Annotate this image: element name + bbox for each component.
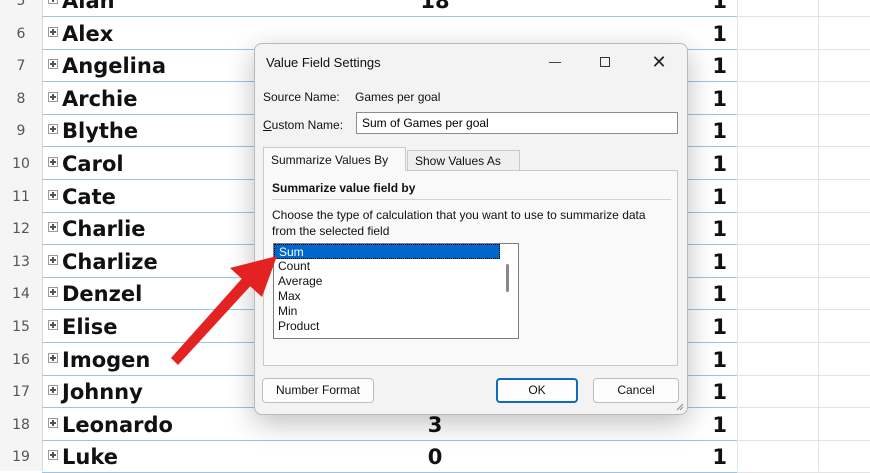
expand-icon[interactable] <box>48 124 58 135</box>
minimize-icon[interactable] <box>537 50 573 74</box>
resize-grip-icon[interactable] <box>674 401 684 411</box>
count-cell[interactable]: 1 <box>712 0 727 17</box>
expand-icon[interactable] <box>48 450 58 461</box>
calculation-listbox[interactable]: Sum Count Average Max Min Product <box>273 243 519 339</box>
number-format-button[interactable]: Number Format <box>262 378 374 403</box>
row-label: Alan <box>62 0 115 13</box>
row-label: Archie <box>62 86 138 111</box>
section-divider <box>272 199 671 200</box>
row-number[interactable]: 15 <box>0 311 42 343</box>
row-number[interactable]: 7 <box>0 50 42 82</box>
value-field-settings-dialog: Value Field Settings ✕ Source Name: Game… <box>254 43 688 415</box>
expand-icon[interactable] <box>48 189 58 200</box>
count-cell[interactable]: 1 <box>712 181 727 213</box>
list-item-count[interactable]: Count <box>274 259 500 274</box>
ok-button[interactable]: OK <box>496 378 578 403</box>
row-label: Angelina <box>62 54 166 79</box>
count-cell[interactable]: 1 <box>712 148 727 180</box>
list-item-sum[interactable]: Sum <box>274 244 500 259</box>
row-label: Cate <box>62 184 116 209</box>
row-number[interactable]: 6 <box>0 18 42 50</box>
count-cell[interactable]: 1 <box>712 441 727 473</box>
list-item-max[interactable]: Max <box>274 289 500 304</box>
expand-icon[interactable] <box>48 352 58 363</box>
custom-name-label: Custom Name: <box>263 118 344 132</box>
source-name-value: Games per goal <box>355 90 441 104</box>
row-label: Luke <box>62 445 118 470</box>
list-item-min[interactable]: Min <box>274 304 500 319</box>
row-number[interactable]: 16 <box>0 344 42 376</box>
list-item-product[interactable]: Product <box>274 319 500 334</box>
expand-icon[interactable] <box>48 222 58 233</box>
row-number[interactable]: 18 <box>0 409 42 441</box>
value-cell[interactable]: 0 <box>400 441 470 473</box>
count-cell[interactable]: 1 <box>712 311 727 343</box>
expand-icon[interactable] <box>48 91 58 102</box>
value-cell[interactable]: 18 <box>400 0 470 17</box>
row-label: Leonardo <box>62 412 173 437</box>
tab-summarize-values-by[interactable]: Summarize Values By <box>263 147 406 171</box>
dialog-title: Value Field Settings <box>266 55 381 70</box>
expand-icon[interactable] <box>48 385 58 396</box>
listbox-scrollbar[interactable] <box>506 264 509 292</box>
row-number[interactable]: 17 <box>0 376 42 408</box>
row-label: Charlie <box>62 217 146 242</box>
table-row[interactable]: 5 Alan 18 1 <box>0 0 870 17</box>
count-cell[interactable]: 1 <box>712 115 727 147</box>
row-number[interactable]: 10 <box>0 148 42 180</box>
count-cell[interactable]: 1 <box>712 278 727 310</box>
expand-icon[interactable] <box>48 157 58 167</box>
expand-icon[interactable] <box>48 0 58 4</box>
row-label: Blythe <box>62 119 139 144</box>
row-number[interactable]: 11 <box>0 181 42 213</box>
row-label: Imogen <box>62 347 151 372</box>
list-item-average[interactable]: Average <box>274 274 500 289</box>
count-cell[interactable]: 1 <box>712 344 727 376</box>
source-name-label: Source Name: <box>263 90 340 104</box>
count-cell[interactable]: 1 <box>712 213 727 245</box>
row-number[interactable]: 13 <box>0 246 42 278</box>
row-label: Denzel <box>62 282 143 307</box>
section-heading: Summarize value field by <box>272 181 416 195</box>
row-label: Elise <box>62 315 118 339</box>
expand-icon[interactable] <box>48 254 58 265</box>
row-number[interactable]: 12 <box>0 213 42 245</box>
table-row[interactable]: 19 Luke 0 1 <box>0 441 870 473</box>
section-description: Choose the type of calculation that you … <box>272 208 646 238</box>
row-label: Carol <box>62 152 124 176</box>
count-cell[interactable]: 1 <box>712 409 727 441</box>
row-label: Alex <box>62 21 114 46</box>
summarize-tab-panel: Summarize value field by Choose the type… <box>263 170 678 366</box>
expand-icon[interactable] <box>48 417 58 428</box>
row-number[interactable]: 19 <box>0 441 42 473</box>
count-cell[interactable]: 1 <box>712 18 727 50</box>
close-icon[interactable]: ✕ <box>641 50 677 74</box>
expand-icon[interactable] <box>48 320 58 330</box>
count-cell[interactable]: 1 <box>712 246 727 278</box>
row-label: Johnny <box>62 380 143 405</box>
row-number[interactable]: 9 <box>0 115 42 147</box>
custom-name-input[interactable] <box>356 112 678 134</box>
tab-show-values-as[interactable]: Show Values As <box>407 150 520 171</box>
count-cell[interactable]: 1 <box>712 376 727 408</box>
count-cell[interactable]: 1 <box>712 50 727 82</box>
row-number[interactable]: 8 <box>0 83 42 115</box>
cancel-button[interactable]: Cancel <box>593 378 679 403</box>
count-cell[interactable]: 1 <box>712 83 727 115</box>
row-number[interactable]: 5 <box>0 0 42 17</box>
expand-icon[interactable] <box>48 26 58 37</box>
maximize-icon[interactable] <box>587 50 623 74</box>
expand-icon[interactable] <box>48 287 58 298</box>
expand-icon[interactable] <box>48 59 58 70</box>
row-label: Charlize <box>62 249 158 274</box>
row-number[interactable]: 14 <box>0 278 42 310</box>
